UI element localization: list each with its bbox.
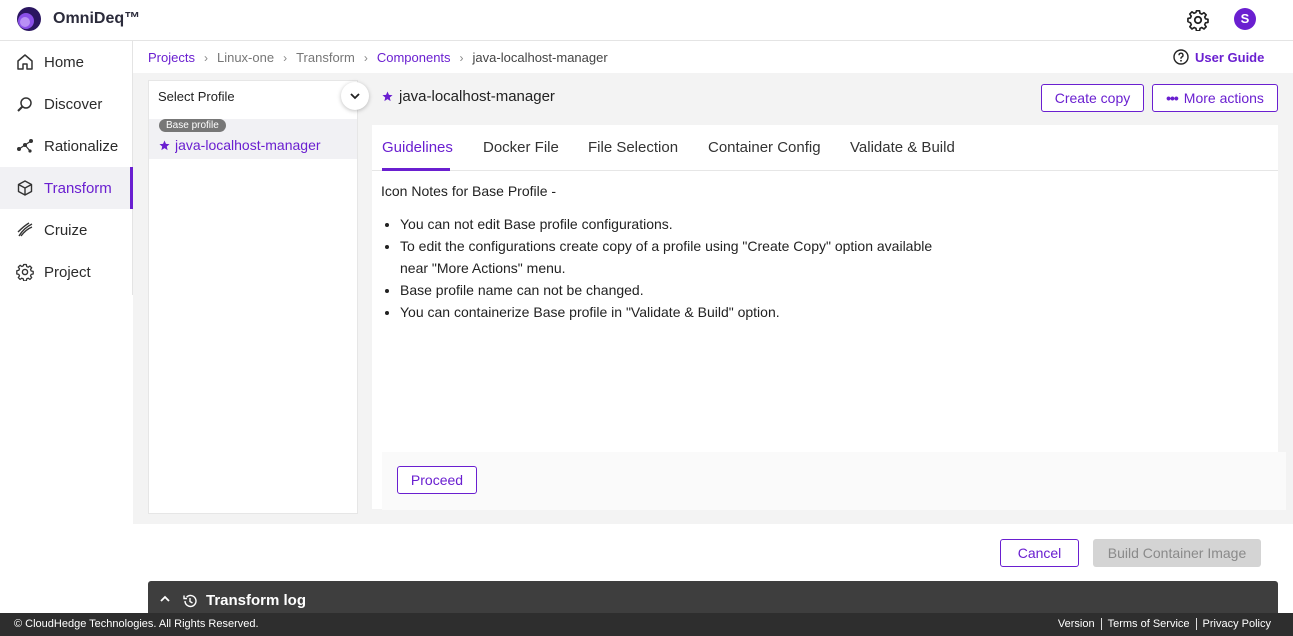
breadcrumb-bar: Projects › Linux-one › Transform › Compo… [133,41,1293,73]
tab-validate-build[interactable]: Validate & Build [850,139,955,156]
breadcrumb-components[interactable]: Components [377,50,451,65]
notes-list: You can not edit Base profile configurat… [400,213,960,323]
breadcrumb-stage[interactable]: Transform [296,50,355,65]
chevron-up-icon [160,595,170,602]
user-avatar[interactable]: S [1234,8,1256,30]
tab-file-selection[interactable]: File Selection [588,139,678,156]
list-item: You can containerize Base profile in "Va… [400,301,960,323]
transform-log-label: Transform log [206,592,307,609]
more-dots-icon: ••• [1166,90,1179,106]
rationalize-icon [17,139,33,153]
breadcrumb: Projects › Linux-one › Transform › Compo… [148,50,608,65]
sidebar-item-cruize[interactable]: Cruize [0,209,133,251]
top-bar: OmniDeq™ S [0,0,1293,41]
sidebar-item-label: Rationalize [44,137,119,155]
more-actions-label: More actions [1183,90,1264,106]
profile-name: java-localhost-manager [175,137,321,153]
active-tab-indicator [382,168,450,171]
sidebar-item-transform[interactable]: Transform [0,167,133,209]
user-guide-label: User Guide [1195,49,1265,65]
cancel-button[interactable]: Cancel [1000,539,1079,567]
content-area: Projects › Linux-one › Transform › Compo… [133,41,1293,524]
history-icon [183,594,197,608]
chevron-right-icon: › [283,50,288,65]
list-item: To edit the configurations create copy o… [400,235,960,279]
transform-icon [17,180,33,196]
copyright-text: © CloudHedge Technologies. All Rights Re… [14,618,259,630]
create-copy-button[interactable]: Create copy [1041,84,1144,112]
privacy-link[interactable]: Privacy Policy [1195,618,1277,630]
project-gear-icon [16,263,34,281]
breadcrumb-projects[interactable]: Projects [148,50,195,65]
cruize-icon [17,222,33,237]
discover-icon [17,97,32,112]
chevron-right-icon: › [459,50,464,65]
sidebar-item-rationalize[interactable]: Rationalize [0,125,133,167]
notes-title: Icon Notes for Base Profile - [381,183,557,199]
sidebar-item-label: Project [44,263,91,281]
profile-header-name: java-localhost-manager [399,88,555,105]
profile-list-item[interactable]: Base profile java-localhost-manager [149,119,357,159]
more-actions-button[interactable]: ••• More actions [1152,84,1278,112]
proceed-button[interactable]: Proceed [397,466,477,494]
transform-log-bar[interactable]: Transform log [148,581,1278,617]
sidebar-item-label: Cruize [44,221,88,239]
profile-panel: Select Profile Base profile java-localho… [148,80,358,514]
sidebar-item-label: Discover [44,95,103,113]
sidebar-item-label: Home [44,53,85,71]
base-profile-badge: Base profile [159,119,226,132]
version-link[interactable]: Version [1052,618,1101,630]
chevron-down-icon [350,93,360,100]
chevron-right-icon: › [203,50,208,65]
help-circle-icon [1173,49,1189,65]
home-icon [17,54,33,70]
build-container-image-button[interactable]: Build Container Image [1093,539,1261,567]
tab-container-config[interactable]: Container Config [708,139,821,156]
breadcrumb-project[interactable]: Linux-one [217,50,274,65]
list-item: Base profile name can not be changed. [400,279,960,301]
settings-gear-icon[interactable] [1187,9,1209,31]
proceed-bar: Proceed [382,452,1286,510]
app-title: OmniDeq™ [53,10,141,27]
tab-docker-file[interactable]: Docker File [483,139,559,156]
breadcrumb-current: java-localhost-manager [472,50,608,65]
collapse-panel-button[interactable] [341,82,369,110]
sidebar: Home Discover Rationalize Transform Crui… [0,41,133,295]
chevron-right-icon: › [363,50,368,65]
sidebar-item-project[interactable]: Project [0,251,133,293]
profile-header: java-localhost-manager [382,88,555,105]
sidebar-item-discover[interactable]: Discover [0,83,133,125]
select-profile-label: Select Profile [158,89,235,104]
star-icon [159,140,170,151]
footer-links: Version Terms of Service Privacy Policy [1052,618,1277,630]
footer: © CloudHedge Technologies. All Rights Re… [0,613,1293,636]
terms-link[interactable]: Terms of Service [1100,618,1196,630]
guidelines-panel: Guidelines Docker File File Selection Co… [372,125,1286,510]
tab-bar: Guidelines Docker File File Selection Co… [372,125,1278,171]
tab-guidelines[interactable]: Guidelines [382,139,453,156]
sidebar-item-label: Transform [44,179,112,197]
omnideq-logo-icon [17,7,41,31]
star-icon [382,91,393,102]
user-guide-link[interactable]: User Guide [1173,49,1264,65]
sidebar-item-home[interactable]: Home [0,41,133,83]
list-item: You can not edit Base profile configurat… [400,213,960,235]
